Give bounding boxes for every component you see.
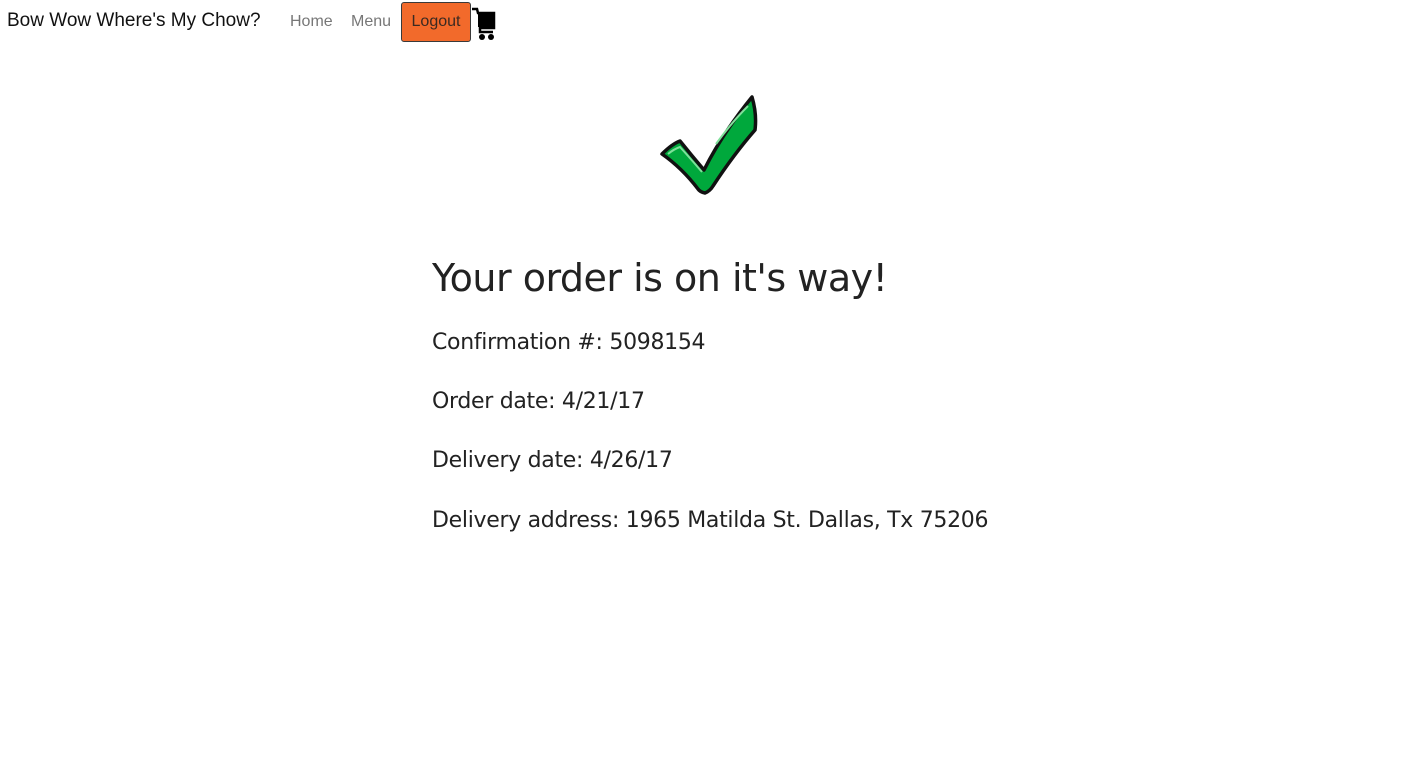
brand-link[interactable]: Bow Wow Where's My Chow? — [7, 10, 261, 32]
shopping-cart-icon[interactable] — [471, 5, 497, 41]
order-date: Order date: 4/21/17 — [432, 389, 645, 414]
logout-button[interactable]: Logout — [401, 2, 471, 42]
green-checkmark-icon — [658, 94, 760, 198]
delivery-date: Delivery date: 4/26/17 — [432, 448, 673, 473]
delivery-address: Delivery address: 1965 Matilda St. Dalla… — [432, 508, 989, 533]
nav-menu-link[interactable]: Menu — [351, 13, 391, 31]
nav-home-link[interactable]: Home — [290, 13, 333, 31]
order-confirmation: Your order is on it's way! Confirmation … — [432, 250, 1132, 533]
top-navbar: Bow Wow Where's My Chow? Home Menu Logou… — [0, 0, 1423, 44]
page-title: Your order is on it's way! — [432, 256, 888, 300]
confirmation-number: Confirmation #: 5098154 — [432, 330, 706, 355]
